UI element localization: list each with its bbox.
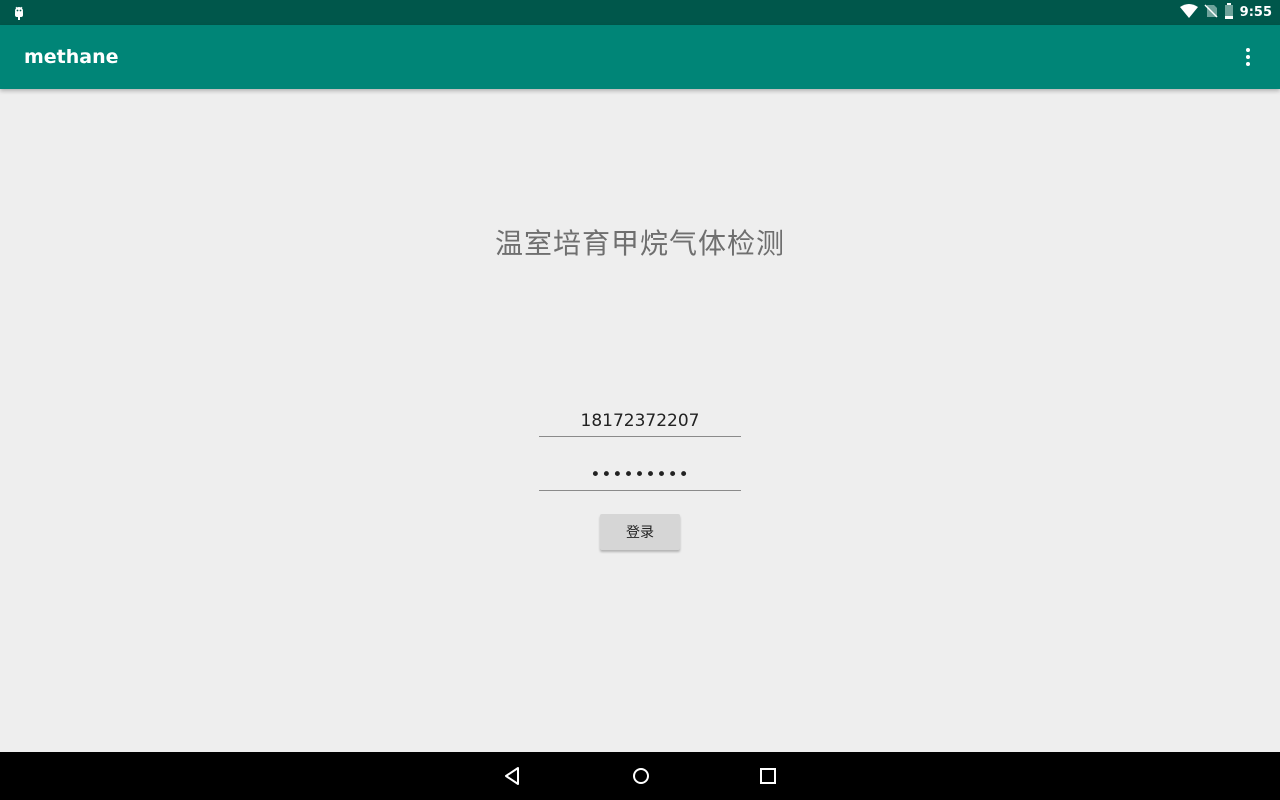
screen: 9:55 methane 温室培育甲烷气体检测 登录 [0, 0, 1280, 800]
menu-dot [1246, 62, 1250, 66]
password-input[interactable] [539, 460, 741, 491]
menu-dot [1246, 48, 1250, 52]
recents-icon[interactable] [754, 762, 782, 790]
status-bar: 9:55 [0, 0, 1280, 25]
back-icon[interactable] [498, 762, 526, 790]
more-vert-icon[interactable] [1236, 41, 1260, 73]
app-title: methane [24, 46, 119, 68]
login-button[interactable]: 登录 [600, 514, 680, 550]
menu-dot [1246, 55, 1250, 59]
wifi-icon [1179, 3, 1198, 22]
android-debug-icon [11, 5, 27, 21]
status-icons: 9:55 [1179, 0, 1272, 25]
home-icon[interactable] [627, 762, 655, 790]
no-sim-icon [1204, 3, 1218, 22]
status-time: 9:55 [1239, 5, 1272, 20]
app-bar: methane [0, 25, 1280, 89]
navigation-bar [0, 752, 1280, 800]
battery-icon [1224, 2, 1234, 23]
page-title: 温室培育甲烷气体检测 [494, 227, 785, 260]
phone-input[interactable] [539, 406, 741, 437]
